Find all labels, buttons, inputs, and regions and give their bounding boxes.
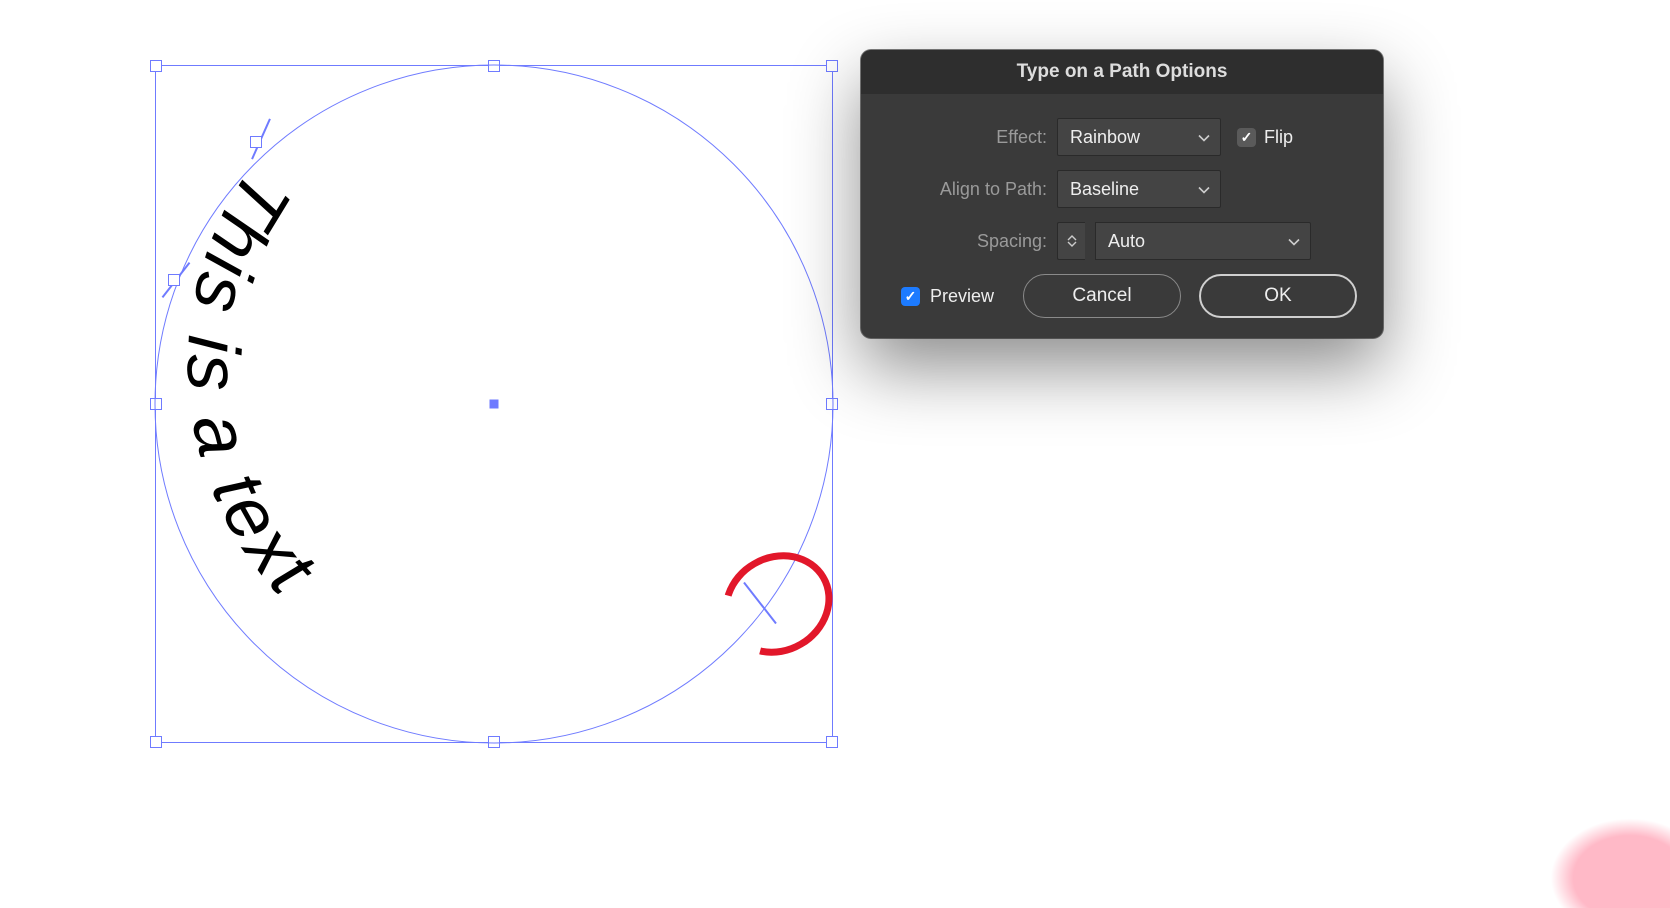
type-on-path-options-dialog: Type on a Path Options Effect: Rainbow ✓… — [861, 50, 1383, 338]
chevron-down-icon — [1198, 127, 1210, 148]
effect-select[interactable]: Rainbow — [1057, 118, 1221, 156]
resize-handle-bottom-middle[interactable] — [488, 736, 500, 748]
ok-button[interactable]: OK — [1199, 274, 1357, 318]
resize-handle-top-left[interactable] — [150, 60, 162, 72]
resize-handle-top-middle[interactable] — [488, 60, 500, 72]
flip-label: Flip — [1264, 127, 1293, 148]
spacing-select-value: Auto — [1108, 231, 1145, 252]
resize-handle-bottom-right[interactable] — [826, 736, 838, 748]
chevron-down-icon — [1198, 179, 1210, 200]
spacing-select[interactable]: Auto — [1095, 222, 1311, 260]
chevron-down-icon — [1288, 231, 1300, 252]
resize-handle-top-right[interactable] — [826, 60, 838, 72]
path-in-handle[interactable] — [168, 274, 180, 286]
flip-checkbox[interactable]: ✓ — [1237, 128, 1256, 147]
align-label: Align to Path: — [887, 179, 1047, 200]
dialog-title: Type on a Path Options — [861, 50, 1383, 94]
spacing-row: Spacing: Auto — [887, 222, 1357, 260]
resize-handle-middle-right[interactable] — [826, 398, 838, 410]
resize-handle-bottom-left[interactable] — [150, 736, 162, 748]
effect-row: Effect: Rainbow ✓ Flip — [887, 118, 1357, 156]
chevron-down-icon — [1067, 241, 1077, 247]
dialog-footer: ✓ Preview Cancel OK — [887, 274, 1357, 318]
flip-checkbox-group[interactable]: ✓ Flip — [1237, 127, 1293, 148]
decorative-blob — [1550, 818, 1670, 908]
spacing-label: Spacing: — [887, 231, 1047, 252]
selection-center-icon — [490, 400, 499, 409]
align-select-value: Baseline — [1070, 179, 1139, 200]
preview-checkbox-group[interactable]: ✓ Preview — [901, 286, 994, 307]
resize-handle-middle-left[interactable] — [150, 398, 162, 410]
effect-select-value: Rainbow — [1070, 127, 1140, 148]
align-row: Align to Path: Baseline — [887, 170, 1357, 208]
effect-label: Effect: — [887, 127, 1047, 148]
cancel-button[interactable]: Cancel — [1023, 274, 1181, 318]
document-canvas[interactable]: This is a text Type on a Path Options Ef… — [0, 0, 1670, 908]
align-select[interactable]: Baseline — [1057, 170, 1221, 208]
preview-label: Preview — [930, 286, 994, 307]
selection-bounding-box[interactable] — [155, 65, 833, 743]
path-start-handle[interactable] — [250, 136, 262, 148]
spacing-stepper[interactable] — [1057, 222, 1085, 260]
preview-checkbox[interactable]: ✓ — [901, 287, 920, 306]
